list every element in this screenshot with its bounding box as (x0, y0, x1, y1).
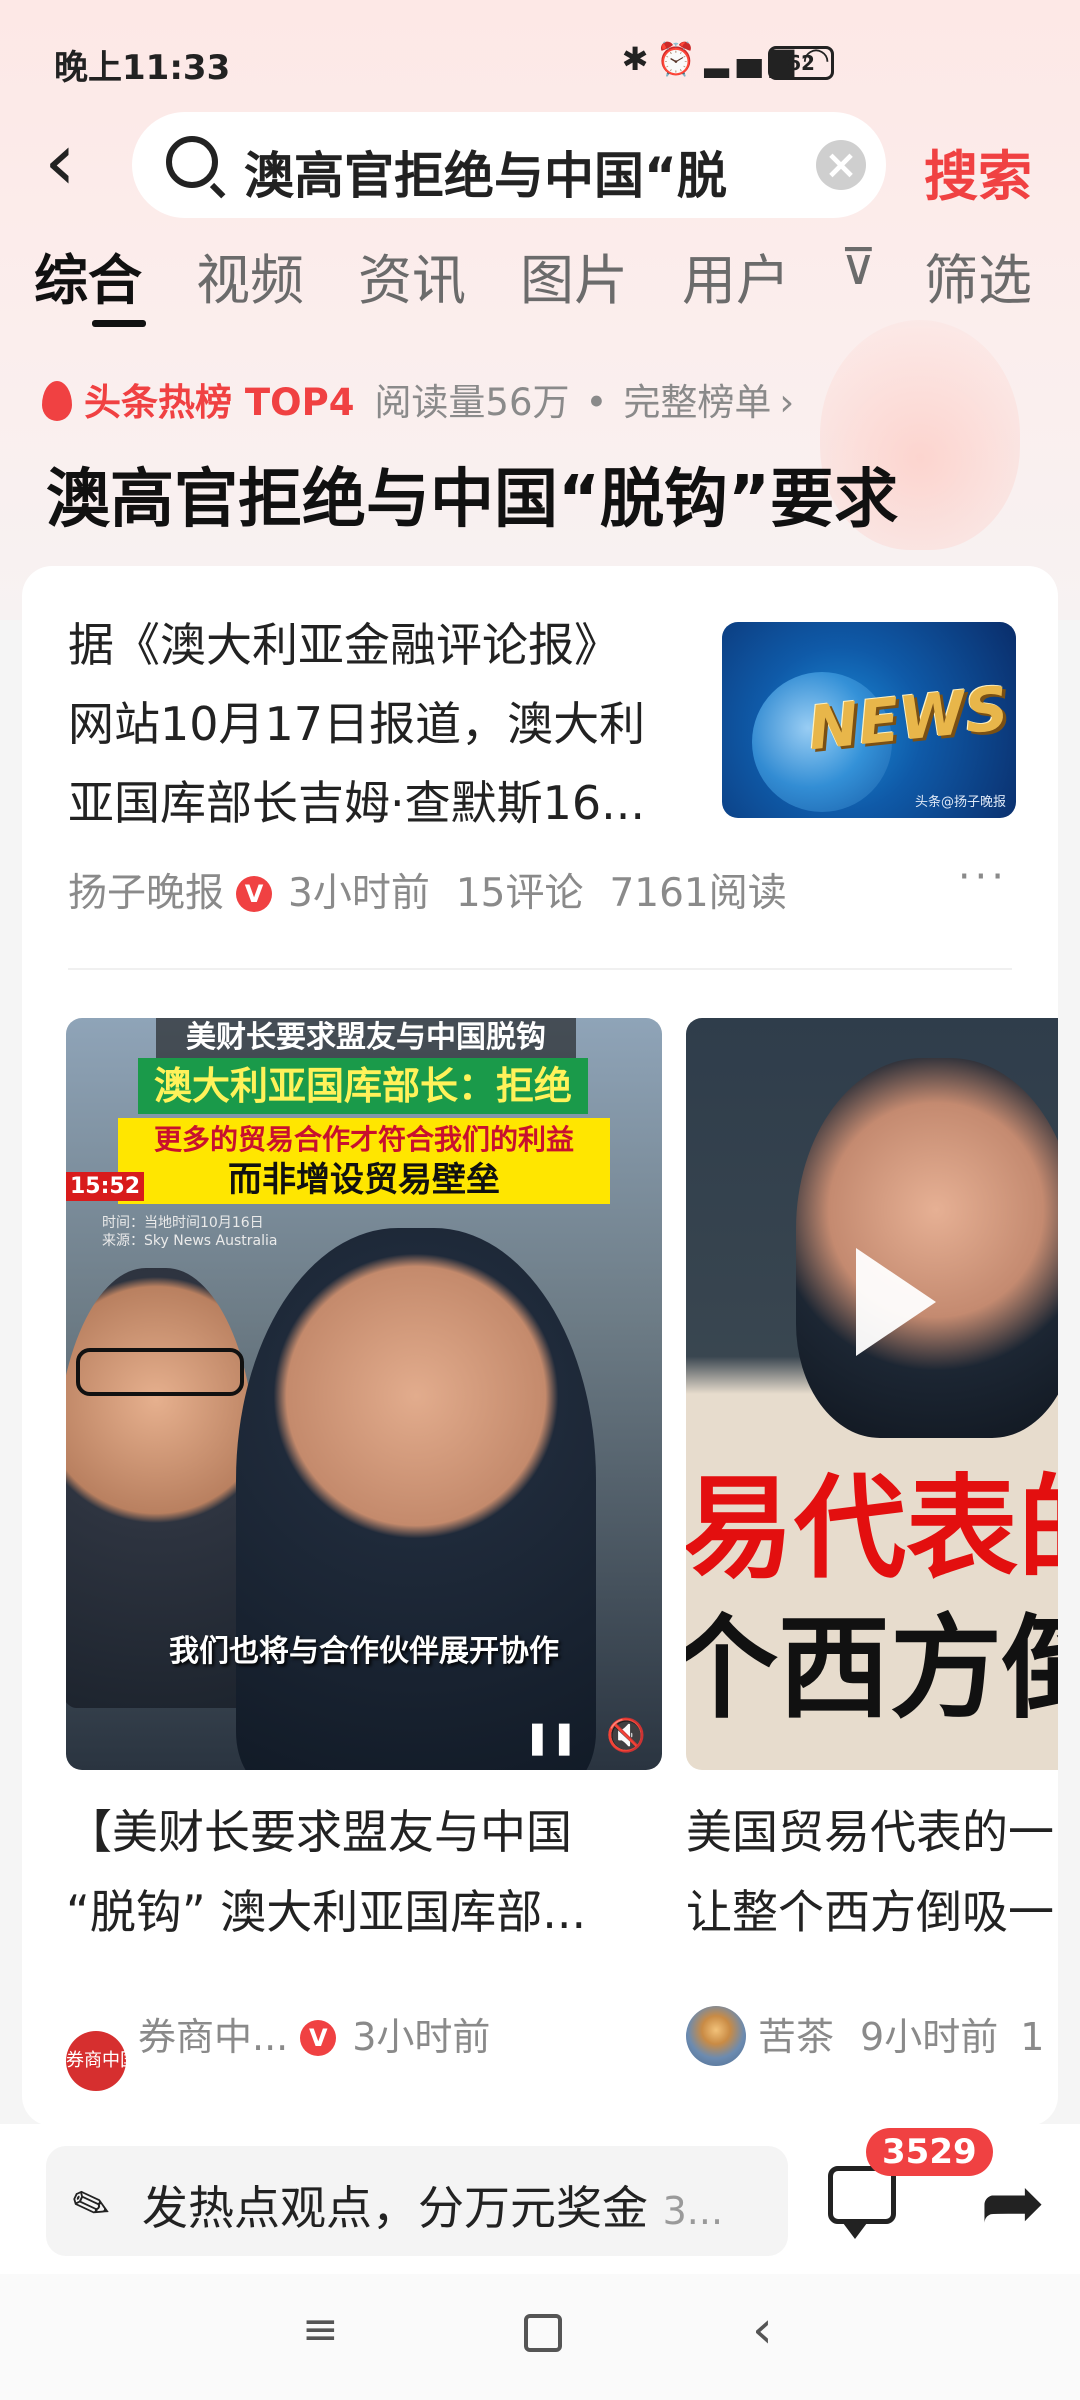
article-source[interactable]: 扬子晚报 (68, 871, 224, 916)
video-source-line: 时间：当地时间10月16日 (102, 1215, 264, 1231)
video1-title[interactable]: 【美财长要求盟友与中国 “脱钩” 澳大利亚国库部... (66, 1792, 656, 1952)
play-icon[interactable] (856, 1248, 936, 1356)
tab-filter[interactable]: 筛选 (924, 236, 1032, 315)
comment-placeholder-text: 发热点观点，分万元奖金 (142, 2181, 648, 2235)
video2-title-line: 美国贸易代表的一 (686, 1805, 1054, 1859)
video2-overlay-black: 个西方倒 (686, 1604, 1058, 1734)
separator-dot: • (585, 381, 608, 424)
video1-author[interactable]: 券商中... (138, 2015, 288, 2059)
nav-home-icon[interactable] (524, 2314, 562, 2352)
video2-author[interactable]: 苦茶 (758, 2015, 834, 2059)
thumbnail-watermark: 头条@扬子晚报 (914, 795, 1006, 810)
video2-extra: 1 (1020, 2015, 1045, 2059)
article-line: 亚国库部长吉姆·查默斯16... (68, 776, 646, 830)
comment-placeholder-tail: 3... (662, 2189, 724, 2233)
page-title: 澳高官拒绝与中国“脱钩”要求 (46, 463, 899, 537)
hot-rank-bar[interactable]: 头条热榜 TOP4 阅读量56万 • 完整榜单 › (42, 372, 794, 426)
active-tab-indicator (92, 320, 146, 327)
comment-bar: ✎ 发热点观点，分万元奖金 3... 3529 ➦ (0, 2124, 1080, 2274)
system-nav-bar: ≡ ‹ (0, 2274, 1080, 2400)
tab-all[interactable]: 综合 (34, 236, 142, 315)
search-input[interactable]: 澳高官拒绝与中国“脱 (244, 136, 884, 208)
battery-icon: 62 (768, 46, 834, 80)
video2-time: 9小时前 (860, 2015, 999, 2059)
results-card: 据《澳大利亚金融评论报》 网站10月17日报道，澳大利 亚国库部长吉姆·查默斯1… (22, 566, 1058, 2126)
video-banner-top: 美财长要求盟友与中国脱钩 (156, 1018, 576, 1058)
tab-users[interactable]: 用户 (682, 236, 790, 315)
video2-overlay-red: 易代表的 (686, 1464, 1058, 1594)
filter-icon[interactable]: ⊽ (840, 238, 877, 296)
chevron-right-icon: › (779, 381, 795, 424)
more-icon[interactable]: ··· (958, 854, 1008, 900)
video2-title[interactable]: 美国贸易代表的一 让整个西方倒吸一 (686, 1792, 1058, 1952)
article-line: 据《澳大利亚金融评论报》 (68, 618, 620, 672)
search-box[interactable]: 澳高官拒绝与中国“脱 × (132, 112, 886, 218)
video2-title-line: 让整个西方倒吸一 (686, 1885, 1054, 1939)
mute-icon[interactable]: 🔇 (606, 1716, 646, 1754)
status-time: 晚上11:33 (54, 48, 231, 88)
verified-badge-icon: V (300, 2020, 337, 2056)
video-person-main (236, 1228, 596, 1770)
verified-badge-icon: V (236, 876, 273, 912)
bluetooth-icon: ✱ (621, 40, 657, 78)
fire-icon (42, 381, 72, 421)
video-source-line: 来源：Sky News Australia (102, 1233, 278, 1249)
video-player-1[interactable]: 美财长要求盟友与中国脱钩 澳大利亚国库部长：拒绝 更多的贸易合作才符合我们的利益… (66, 1018, 662, 1770)
video1-title-line: 【美财长要求盟友与中国 (66, 1805, 572, 1859)
share-icon[interactable]: ➦ (980, 2158, 1045, 2248)
article-time: 3小时前 (288, 871, 430, 916)
comment-count-badge: 3529 (866, 2128, 993, 2176)
avatar[interactable] (686, 2006, 746, 2066)
video1-meta: 券商中国券商中... V 3小时前 (66, 2006, 490, 2091)
back-arrow-icon[interactable]: ‹ (44, 122, 76, 202)
tab-video[interactable]: 视频 (196, 236, 304, 315)
video-banner-yellow-line1: 更多的贸易合作才符合我们的利益 (153, 1123, 574, 1156)
pause-icon[interactable]: ❚❚ (524, 1718, 578, 1756)
divider (68, 968, 1012, 970)
video-banner-green: 澳大利亚国库部长：拒绝 (138, 1058, 588, 1114)
search-button[interactable]: 搜索 (924, 132, 1032, 211)
article-summary[interactable]: 据《澳大利亚金融评论报》 网站10月17日报道，澳大利 亚国库部长吉姆·查默斯1… (68, 606, 688, 843)
tab-images[interactable]: 图片 (520, 236, 628, 315)
video2-meta: 苦茶 9小时前 1 (686, 2006, 1058, 2066)
alarm-icon: ⏰ (656, 40, 705, 78)
video1-time: 3小时前 (352, 2015, 491, 2059)
hot-rank-tag: 头条热榜 TOP4 (84, 381, 355, 424)
video-timecode: 15:52 (66, 1172, 145, 1201)
video-source-info: 时间：当地时间10月16日 来源：Sky News Australia (102, 1214, 277, 1250)
full-list-link[interactable]: 完整榜单 (623, 381, 771, 424)
video-banner-yellow: 更多的贸易合作才符合我们的利益 而非增设贸易壁垒 (118, 1118, 610, 1204)
clear-icon[interactable]: × (816, 140, 866, 190)
article-reads: 7161阅读 (609, 871, 787, 916)
article-meta: 扬子晚报 V 3小时前 15评论 7161阅读 (68, 862, 787, 918)
comment-input[interactable]: ✎ 发热点观点，分万元奖金 3... (46, 2146, 788, 2256)
nav-menu-icon[interactable]: ≡ (302, 2304, 339, 2355)
article-line: 网站10月17日报道，澳大利 (68, 697, 646, 751)
article-thumbnail[interactable]: NEWS 头条@扬子晚报 (722, 622, 1016, 818)
video-person-glasses (76, 1348, 244, 1396)
nav-back-icon[interactable]: ‹ (752, 2300, 773, 2360)
video-player-2[interactable]: 易代表的 个西方倒 (686, 1018, 1058, 1770)
avatar[interactable]: 券商中国 (66, 2031, 138, 2091)
article-comments: 15评论 (455, 871, 584, 916)
video-caption: 我们也将与合作伙伴展开协作 (169, 1634, 559, 1669)
search-icon (166, 136, 218, 188)
video-banner-yellow-line2: 而非增设贸易壁垒 (228, 1160, 500, 1200)
comment-placeholder: 发热点观点，分万元奖金 3... (142, 2172, 762, 2238)
status-bar: 晚上11:33 ✱⏰▂▄▆◠ 62 (0, 0, 1080, 120)
video1-title-line: “脱钩” 澳大利亚国库部... (66, 1885, 587, 1939)
tab-news[interactable]: 资讯 (358, 236, 466, 315)
pen-icon: ✎ (63, 2173, 119, 2237)
hot-rank-reads: 阅读量56万 (374, 381, 570, 424)
